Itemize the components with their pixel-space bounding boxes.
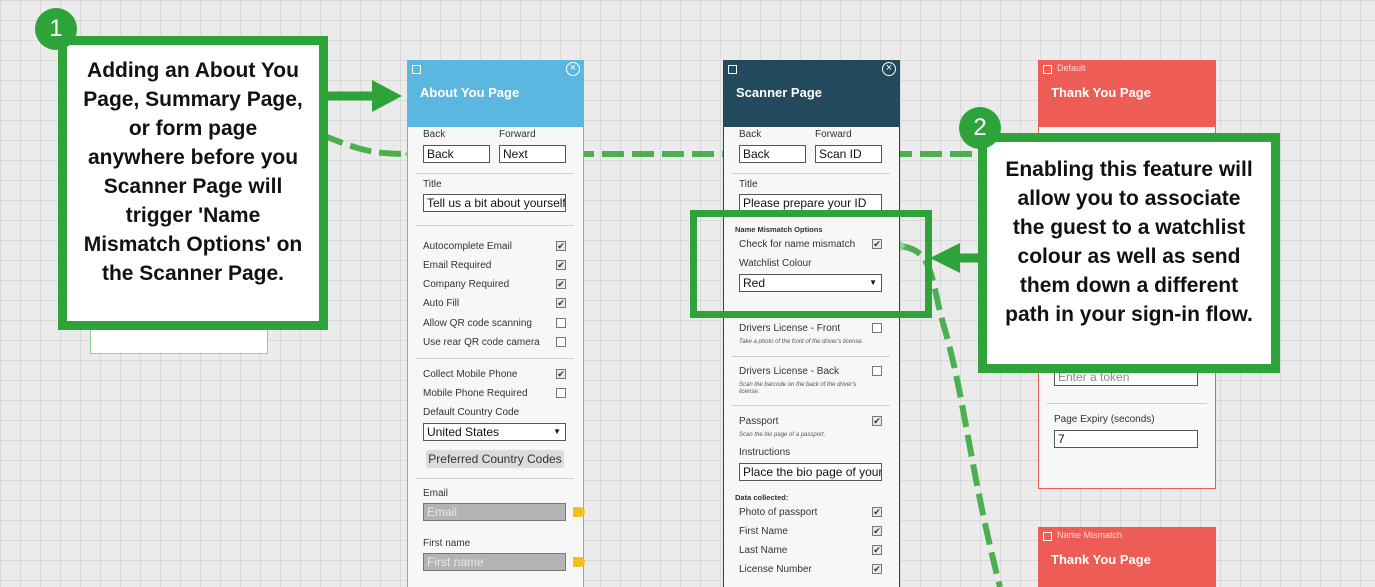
instructions-label: Instructions bbox=[739, 447, 791, 458]
connector-left bbox=[320, 132, 413, 157]
phone-required-checkbox[interactable] bbox=[556, 388, 566, 398]
collect-phone-checkbox[interactable]: ✔ bbox=[556, 369, 566, 379]
forward-input[interactable]: Scan ID bbox=[815, 145, 882, 163]
country-code-label: Default Country Code bbox=[423, 407, 520, 418]
arrow-head-2 bbox=[930, 243, 960, 273]
close-icon[interactable]: × bbox=[566, 62, 580, 76]
name-mismatch-tag: Name Mismatch bbox=[1057, 530, 1123, 540]
thank-you-mismatch-node[interactable]: Name Mismatch Thank You Page bbox=[1038, 527, 1216, 587]
default-tag: Default bbox=[1057, 63, 1086, 73]
callout-2: Enabling this feature will allow you to … bbox=[978, 133, 1280, 373]
callout-2-badge: 2 bbox=[959, 107, 1001, 149]
thank-you-title: Thank You Page bbox=[1051, 552, 1151, 567]
close-icon[interactable]: × bbox=[882, 62, 896, 76]
back-label: Back bbox=[739, 129, 762, 140]
page-expiry-label: Page Expiry (seconds) bbox=[1054, 414, 1155, 425]
data-collected-heading: Data collected: bbox=[735, 493, 789, 502]
photo-passport-label: Photo of passport bbox=[739, 507, 818, 518]
company-required-label: Company Required bbox=[423, 279, 510, 290]
email-required-label: Email Required bbox=[423, 260, 492, 271]
scanner-page-title: Scanner Page bbox=[736, 85, 822, 100]
about-page-header: × About You Page bbox=[408, 61, 583, 127]
email-required-checkbox[interactable]: ✔ bbox=[556, 260, 566, 270]
select-checkbox-icon[interactable] bbox=[728, 65, 737, 74]
select-checkbox-icon[interactable] bbox=[1043, 65, 1052, 74]
thank-you-mismatch-header: Name Mismatch Thank You Page bbox=[1039, 528, 1215, 587]
forward-label: Forward bbox=[815, 129, 852, 140]
phone-required-label: Mobile Phone Required bbox=[423, 388, 528, 399]
instructions-input[interactable]: Place the bio page of your p bbox=[739, 463, 882, 481]
scanner-page-node[interactable]: × Scanner Page Back Forward Back Scan ID… bbox=[723, 60, 900, 587]
company-required-checkbox[interactable]: ✔ bbox=[556, 279, 566, 289]
callout-2-text: Enabling this feature will allow you to … bbox=[1005, 158, 1253, 326]
page-expiry-input[interactable]: 7 bbox=[1054, 430, 1198, 448]
dl-front-label: Drivers License - Front bbox=[739, 323, 841, 334]
back-input[interactable]: Back bbox=[739, 145, 806, 163]
title-label: Title bbox=[739, 179, 758, 190]
photo-passport-checkbox[interactable]: ✔ bbox=[872, 507, 882, 517]
passport-label: Passport bbox=[739, 416, 779, 427]
country-code-select[interactable]: United States ▼ bbox=[423, 423, 566, 441]
title-input[interactable]: Tell us a bit about yourself bbox=[423, 194, 566, 212]
arrow-head-1 bbox=[372, 80, 402, 112]
dl-back-checkbox[interactable] bbox=[872, 366, 882, 376]
about-page-title: About You Page bbox=[420, 85, 520, 100]
back-label: Back bbox=[423, 129, 446, 140]
allow-qr-label: Allow QR code scanning bbox=[423, 318, 532, 329]
about-you-page-node[interactable]: × About You Page Back Forward Back Next … bbox=[407, 60, 584, 587]
callout-1-badge: 1 bbox=[35, 8, 77, 50]
passport-checkbox[interactable]: ✔ bbox=[872, 416, 882, 426]
dl-front-checkbox[interactable] bbox=[872, 323, 882, 333]
title-label: Title bbox=[423, 179, 442, 190]
forward-label: Forward bbox=[499, 129, 536, 140]
collect-phone-label: Collect Mobile Phone bbox=[423, 369, 518, 380]
select-checkbox-icon[interactable] bbox=[412, 65, 421, 74]
preferred-country-codes-button[interactable]: Preferred Country Codes bbox=[426, 450, 564, 468]
email-label: Email bbox=[423, 488, 449, 499]
select-checkbox-icon[interactable] bbox=[1043, 532, 1052, 541]
email-input[interactable]: Email bbox=[423, 503, 566, 521]
auto-fill-checkbox[interactable]: ✔ bbox=[556, 298, 566, 308]
autocomplete-email-label: Autocomplete Email bbox=[423, 241, 512, 252]
first-name-input[interactable]: First name bbox=[423, 553, 566, 571]
thank-you-default-header: Default Thank You Page bbox=[1039, 61, 1215, 127]
license-number-checkbox[interactable]: ✔ bbox=[872, 564, 882, 574]
first-name-port-icon[interactable] bbox=[573, 557, 585, 567]
auto-fill-label: Auto Fill bbox=[423, 298, 460, 309]
rear-camera-checkbox[interactable] bbox=[556, 337, 566, 347]
last-name-label: Last Name bbox=[739, 545, 788, 556]
callout-1: Adding an About You Page, Summary Page, … bbox=[58, 36, 328, 330]
dl-back-label: Drivers License - Back bbox=[739, 366, 840, 377]
last-name-checkbox[interactable]: ✔ bbox=[872, 545, 882, 555]
dl-back-hint: Scan the barcode on the back of the driv… bbox=[739, 382, 857, 388]
license-number-label: License Number bbox=[739, 564, 812, 575]
autocomplete-email-checkbox[interactable]: ✔ bbox=[556, 241, 566, 251]
first-name-label: First Name bbox=[739, 526, 788, 537]
forward-input[interactable]: Next bbox=[499, 145, 566, 163]
first-name-checkbox[interactable]: ✔ bbox=[872, 526, 882, 536]
first-name-label: First name bbox=[423, 538, 471, 549]
mismatch-highlight-box bbox=[690, 210, 932, 318]
passport-hint: Scan the bio page of a passport. bbox=[739, 432, 826, 438]
dl-back-hint-2: license. bbox=[739, 389, 760, 395]
email-port-icon[interactable] bbox=[573, 507, 585, 517]
dl-front-hint: Take a photo of the front of the driver'… bbox=[739, 339, 864, 345]
scanner-page-header: × Scanner Page bbox=[724, 61, 899, 127]
thank-you-title: Thank You Page bbox=[1051, 85, 1151, 100]
allow-qr-checkbox[interactable] bbox=[556, 318, 566, 328]
back-input[interactable]: Back bbox=[423, 145, 490, 163]
rear-camera-label: Use rear QR code camera bbox=[423, 337, 540, 348]
callout-1-text: Adding an About You Page, Summary Page, … bbox=[83, 59, 303, 285]
